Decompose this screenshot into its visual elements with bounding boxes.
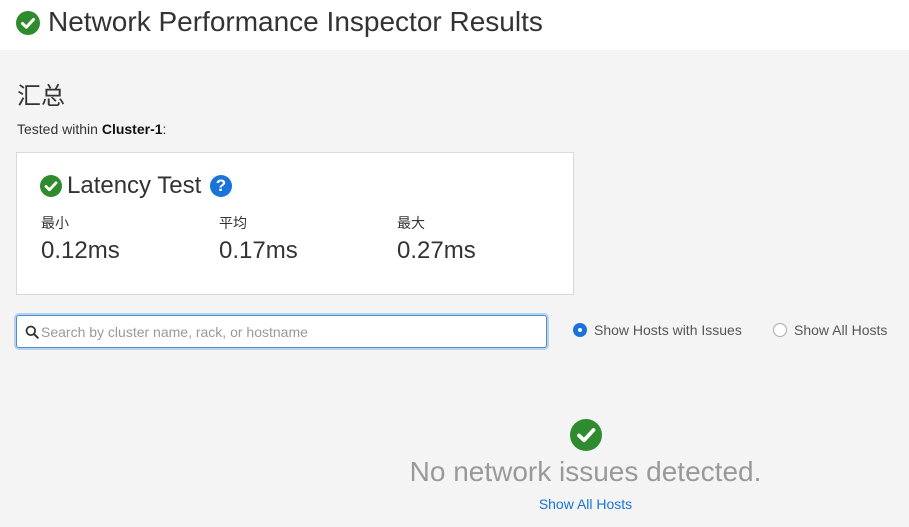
summary-heading: 汇总 xyxy=(17,83,65,110)
page-header: Network Performance Inspector Results xyxy=(0,0,909,50)
latency-test-card: Latency Test ? 最小 0.12ms 平均 0.17ms 最大 0.… xyxy=(16,152,574,295)
success-check-icon xyxy=(16,11,40,35)
show-all-hosts-link[interactable]: Show All Hosts xyxy=(0,496,909,512)
latency-max-value: 0.27ms xyxy=(397,237,476,264)
page-title: Network Performance Inspector Results xyxy=(48,6,543,37)
radio-show-all-hosts[interactable]: Show All Hosts xyxy=(773,322,887,338)
latency-avg-value: 0.17ms xyxy=(219,237,298,264)
no-issues-check-icon xyxy=(570,419,602,451)
help-icon[interactable]: ? xyxy=(210,175,232,197)
latency-test-title: Latency Test xyxy=(67,172,202,199)
radio-show-hosts-with-issues-label: Show Hosts with Issues xyxy=(594,322,742,338)
radio-unselected-indicator[interactable] xyxy=(773,323,787,337)
no-issues-message: No network issues detected. xyxy=(409,456,762,487)
search-box xyxy=(16,315,547,348)
latency-min-label: 最小 xyxy=(41,215,69,231)
latency-max-label: 最大 xyxy=(397,215,425,231)
latency-min-value: 0.12ms xyxy=(41,237,120,264)
latency-avg-stat: 平均 0.17ms xyxy=(219,213,298,265)
radio-show-all-hosts-label: Show All Hosts xyxy=(794,322,888,338)
radio-selected-indicator[interactable] xyxy=(573,323,587,337)
search-input[interactable] xyxy=(41,320,541,344)
latency-min-stat: 最小 0.12ms xyxy=(41,213,120,265)
latency-check-icon xyxy=(40,175,62,197)
latency-max-stat: 最大 0.27ms xyxy=(397,213,476,265)
search-icon xyxy=(25,325,39,344)
tested-within-prefix: Tested within xyxy=(17,121,102,137)
cluster-name: Cluster-1 xyxy=(101,121,163,137)
tested-within-text: Tested within Cluster-1: xyxy=(17,121,166,137)
radio-show-hosts-with-issues[interactable]: Show Hosts with Issues xyxy=(573,322,742,338)
tested-within-suffix: : xyxy=(162,121,167,137)
latency-avg-label: 平均 xyxy=(219,215,247,231)
